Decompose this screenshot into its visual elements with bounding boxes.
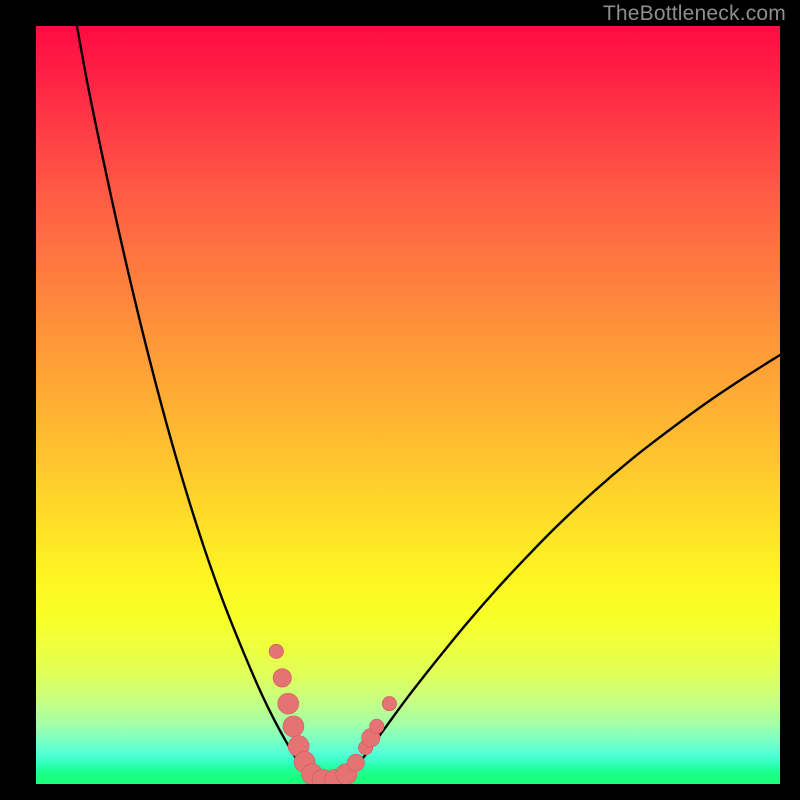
curve-marker: [382, 696, 396, 710]
curve-marker: [273, 669, 291, 687]
curve-svg: [36, 26, 780, 784]
curve-marker: [269, 644, 283, 658]
chart-frame: TheBottleneck.com: [0, 0, 800, 800]
curve-marker: [370, 719, 384, 733]
plot-area: [36, 26, 780, 784]
curve-marker: [347, 754, 364, 771]
curve-marker: [278, 693, 299, 714]
curve-marker: [283, 716, 304, 737]
curve-markers: [269, 644, 396, 784]
bottleneck-curve: [77, 26, 780, 782]
watermark-text: TheBottleneck.com: [603, 2, 786, 26]
